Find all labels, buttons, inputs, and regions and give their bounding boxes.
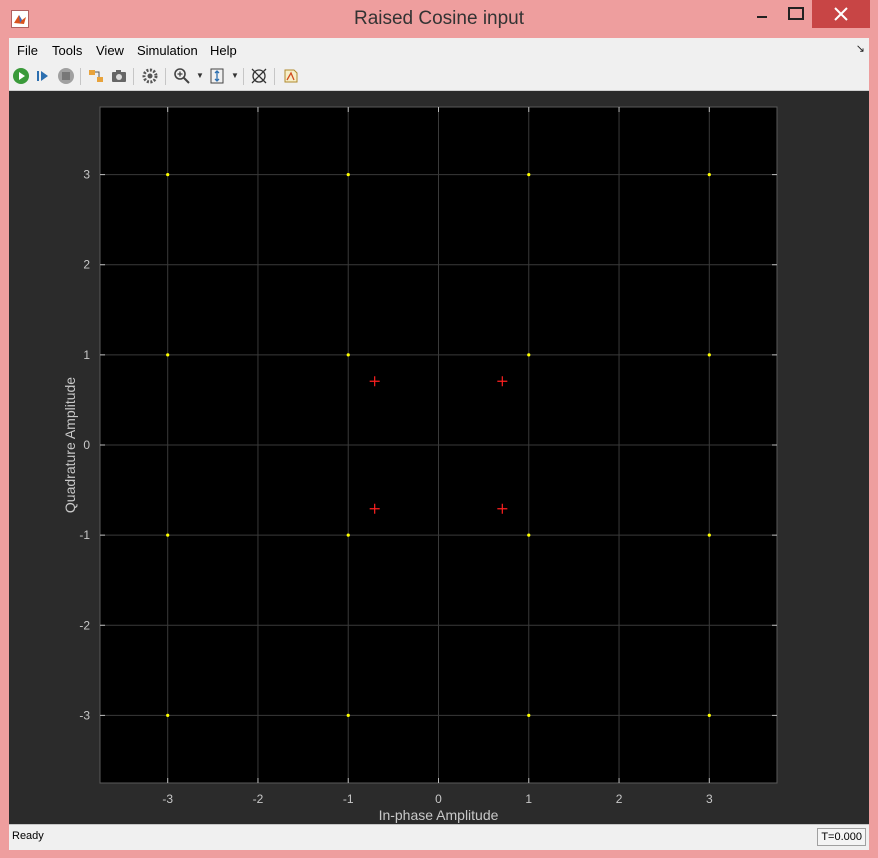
y-tick-label: 3 [83,168,90,182]
received-point [527,353,531,357]
menu-file[interactable]: File [17,43,38,58]
received-point [346,533,350,537]
y-axis-label: Quadrature Amplitude [62,377,78,513]
stop-icon[interactable] [57,67,75,85]
menu-bar: File Tools View Simulation Help ↘ [9,38,869,64]
toolbar-separator [133,68,134,85]
run-icon[interactable] [12,67,30,85]
x-tick-label: 0 [435,792,442,806]
received-point [346,713,350,718]
close-icon [834,7,848,21]
y-tick-label: -1 [79,528,90,542]
minimize-icon [757,16,767,18]
menu-simulation[interactable]: Simulation [137,43,198,58]
status-text: Ready [12,830,44,842]
y-tick-label: 0 [83,438,90,452]
maximize-button[interactable] [780,0,812,28]
scale-dropdown-icon[interactable]: ▼ [231,71,239,80]
undock-icon[interactable]: ↘ [856,42,865,55]
highlight-block-icon[interactable] [87,67,105,85]
toolbar-separator [80,68,81,85]
constellation-chart[interactable]: -3 -2 -1 0 1 2 3 -3 -2 -1 0 1 2 3 In-phase Amplitude Qu… [9,91,869,824]
received-point [346,353,350,357]
received-point [166,353,170,357]
plot-panel: -3 -2 -1 0 1 2 3 -3 -2 -1 0 1 2 3 In-phase Amplitude Qu… [9,91,869,824]
x-tick-label: 3 [706,792,713,806]
menu-help[interactable]: Help [210,43,237,58]
received-point [527,533,531,537]
menu-view[interactable]: View [96,43,124,58]
toolbar-separator [274,68,275,85]
received-point [707,533,711,537]
toolbar-separator [243,68,244,85]
x-tick-label: 1 [525,792,532,806]
simulation-time: T=0.000 [817,828,866,846]
minimize-button[interactable] [745,0,779,28]
received-point [166,533,170,537]
axes-limits-icon[interactable] [250,67,268,85]
scope-window: Raised Cosine input File Tools View Simu… [0,0,878,858]
x-tick-label: -2 [253,792,264,806]
title-bar[interactable]: Raised Cosine input [0,0,878,38]
x-tick-label: 2 [616,792,623,806]
x-tick-label: -3 [162,792,173,806]
received-point [166,713,170,718]
settings-icon[interactable] [141,67,159,85]
snapshot-icon[interactable] [110,67,128,85]
received-point [527,173,531,177]
close-button[interactable] [812,0,870,28]
y-tick-label: -2 [79,618,90,632]
step-forward-icon[interactable] [34,67,52,85]
scale-axes-icon[interactable] [208,67,226,85]
received-point [707,713,711,718]
received-point [707,173,711,177]
y-tick-label: 2 [83,258,90,272]
received-point [527,713,531,718]
received-point [166,173,170,177]
y-tick-label: 1 [83,348,90,362]
toolbar-separator [165,68,166,85]
print-icon[interactable] [282,67,300,85]
x-axis-label: In-phase Amplitude [379,807,499,823]
status-bar: Ready T=0.000 [9,824,869,850]
x-tick-label: -1 [343,792,354,806]
received-point [346,173,350,177]
y-tick-label: -3 [79,708,90,722]
maximize-icon [788,7,804,20]
received-point [707,353,711,357]
zoom-in-icon[interactable] [173,67,191,85]
menu-tools[interactable]: Tools [52,43,82,58]
toolbar: ▼ ▼ [9,63,869,91]
zoom-dropdown-icon[interactable]: ▼ [196,71,204,80]
